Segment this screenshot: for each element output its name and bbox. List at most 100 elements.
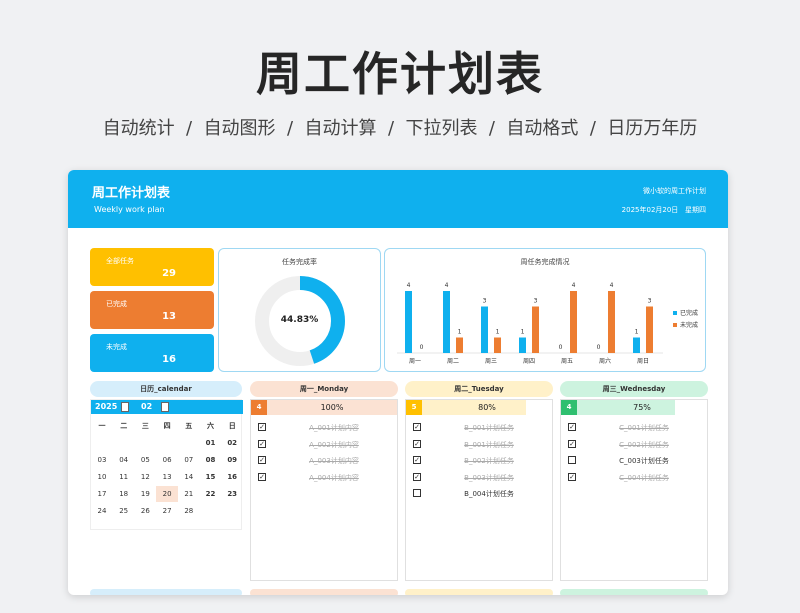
task-checkbox[interactable]: ✓ (568, 472, 576, 481)
stat-label: 未完成 (106, 343, 127, 351)
calendar-day[interactable]: 22 (200, 486, 222, 502)
bar-completed (633, 337, 640, 353)
day-task-column: 4 75% ✓ C_001计划任务 ✓ C_002计划任务 C_003计划任务 ✓ C_004计… (560, 399, 708, 581)
task-text: A_003计划内容 (309, 457, 359, 465)
calendar-day[interactable]: 17 (91, 486, 113, 502)
feature-item: 下拉列表 (405, 118, 478, 139)
bar-completed (443, 291, 450, 353)
task-checkbox[interactable] (568, 456, 576, 464)
day-task-column: 4 100% ✓ A_001计划内容 ✓ A_002计划内容 ✓ A_003计划内容 ✓ A_00… (250, 399, 398, 581)
next-section-strip (250, 589, 398, 595)
calendar-day[interactable]: 24 (91, 503, 113, 519)
bar-data-label: 3 (534, 298, 538, 305)
task-checkbox[interactable]: ✓ (258, 456, 266, 464)
calendar-day[interactable]: 09 (221, 452, 243, 468)
task-count: 4 (561, 400, 577, 415)
calendar-day[interactable]: 25 (113, 503, 135, 519)
year-spinner[interactable] (121, 402, 129, 412)
calendar-day[interactable]: 18 (113, 486, 135, 502)
calendar-day[interactable]: 14 (178, 469, 200, 485)
month-spinner[interactable] (161, 402, 169, 412)
bar-pending (494, 337, 501, 353)
calendar-day[interactable]: 19 (134, 486, 156, 502)
weekday-header: 六 (207, 422, 214, 430)
feature-separator: / (477, 118, 507, 139)
calendar-day[interactable]: 05 (134, 452, 156, 468)
task-text: B_003计划任务 (464, 473, 514, 482)
bar-data-label: 4 (572, 282, 576, 289)
calendar-day[interactable]: 27 (156, 503, 178, 519)
calendar-day[interactable]: 11 (113, 469, 135, 485)
calendar-day[interactable]: 04 (113, 452, 135, 468)
completion-rate-title: 任务完成率 (282, 258, 317, 266)
x-tick-label: 周二 (447, 358, 459, 365)
bar-data-label: 4 (610, 282, 614, 289)
task-checkbox[interactable]: ✓ (258, 439, 266, 448)
bar-data-label: 0 (597, 344, 601, 351)
task-checkbox[interactable] (413, 489, 421, 497)
weekday-header: 五 (185, 422, 193, 430)
task-count: 4 (251, 400, 267, 415)
bar-completed (405, 291, 412, 353)
task-checkbox[interactable]: ✓ (258, 472, 266, 481)
bar-data-label: 0 (559, 344, 563, 351)
stat-label: 已完成 (106, 300, 127, 308)
weekday-value: 星期四 (685, 206, 706, 214)
calendar-day[interactable]: 23 (221, 486, 243, 502)
weekday-header: 日 (228, 422, 236, 430)
stat-card: 全部任务 29 (90, 248, 214, 286)
feature-item: 日历万年历 (607, 118, 698, 139)
next-section-strip (560, 589, 708, 595)
legend-swatch (673, 323, 677, 327)
calendar-day[interactable]: 08 (200, 452, 222, 468)
calendar-day[interactable]: 28 (178, 503, 200, 519)
weekday-header: 三 (141, 422, 149, 430)
task-text: B_002计划任务 (464, 457, 514, 465)
task-checkbox[interactable]: ✓ (413, 472, 421, 481)
bar-data-label: 4 (407, 282, 411, 289)
x-tick-label: 周日 (637, 358, 649, 365)
calendar-day[interactable]: 12 (134, 469, 156, 485)
calendar-day[interactable]: 06 (156, 452, 178, 468)
task-row: B_004计划任务 (406, 486, 552, 502)
progress-row: 4 75% (561, 400, 707, 415)
bar-pending (570, 291, 577, 353)
bar-data-label: 3 (648, 298, 652, 305)
x-tick-label: 周六 (599, 357, 611, 365)
calendar-day[interactable]: 15 (200, 469, 222, 485)
task-text: B_001计划任务 (464, 440, 514, 449)
task-checkbox[interactable]: ✓ (568, 439, 576, 448)
stat-value: 29 (162, 268, 176, 279)
calendar-day[interactable]: 07 (178, 452, 200, 468)
calendar-day[interactable]: 16 (221, 469, 243, 485)
calendar: 2025 02 一二三四五六日 01 02 03 04 05 06 07 08 09 10 11 12 1… (90, 399, 243, 530)
calendar-day[interactable]: 20 (156, 486, 179, 502)
bar-data-label: 1 (635, 329, 639, 336)
worksheet-card: 周工作计划表 Weekly work plan 微小软的周工作计划 2025年0… (68, 170, 728, 595)
task-row: ✓ A_004计划内容 (251, 470, 397, 486)
feature-item: 自动计算 (304, 118, 377, 139)
weekday-header: 一 (98, 422, 106, 430)
calendar-day[interactable]: 10 (91, 469, 113, 485)
calendar-day[interactable]: 03 (91, 452, 113, 468)
calendar-day[interactable]: 01 (200, 435, 222, 451)
x-tick-label: 周四 (523, 358, 535, 365)
task-checkbox[interactable]: ✓ (258, 423, 266, 431)
calendar-day[interactable]: 13 (156, 469, 178, 485)
feature-item: 自动图形 (203, 118, 276, 139)
task-text: C_001计划任务 (619, 424, 669, 432)
task-checkbox[interactable]: ✓ (568, 423, 576, 431)
calendar-day[interactable]: 21 (178, 486, 200, 502)
next-section-strip (90, 589, 242, 595)
task-checkbox[interactable]: ✓ (413, 423, 421, 431)
day-header: 周一_Monday (250, 381, 398, 397)
task-checkbox[interactable]: ✓ (413, 456, 421, 464)
bar-pending (646, 306, 653, 353)
stat-value: 16 (162, 354, 176, 365)
task-row: ✓ A_001计划内容 (251, 420, 397, 436)
calendar-day[interactable]: 02 (221, 435, 243, 451)
stat-value: 13 (162, 311, 176, 322)
calendar-day[interactable]: 26 (134, 503, 156, 519)
task-checkbox[interactable]: ✓ (413, 439, 421, 448)
page-title: 周工作计划表 (256, 47, 544, 101)
